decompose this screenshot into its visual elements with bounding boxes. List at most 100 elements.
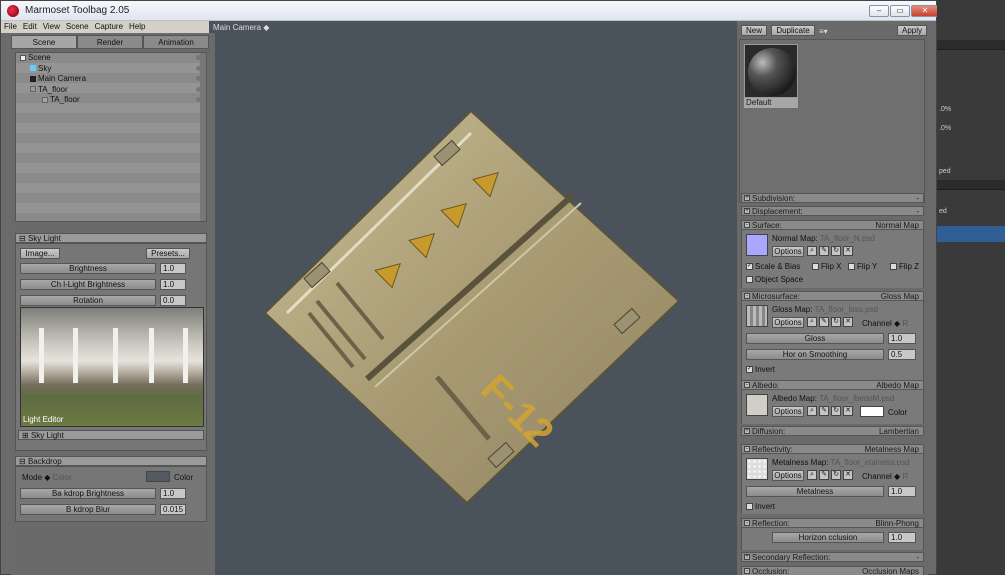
albedo-color-swatch[interactable] bbox=[860, 406, 884, 417]
flip-z-checkbox[interactable]: Flip Z bbox=[890, 262, 919, 271]
secondary-reflection-header[interactable]: + Secondary Reflection: - bbox=[741, 552, 924, 562]
diffusion-header[interactable]: + Diffusion: Lambertian bbox=[741, 426, 924, 436]
outliner-row-ta-floor[interactable]: TA_floor bbox=[16, 85, 206, 96]
backdrop-header[interactable]: ⊟ Backdrop bbox=[15, 456, 207, 466]
gloss-options-button[interactable]: Options bbox=[772, 317, 804, 328]
menu-view[interactable]: View bbox=[40, 21, 63, 32]
menu-edit[interactable]: Edit bbox=[20, 21, 40, 32]
surface-header[interactable]: - Surface: Normal Map bbox=[741, 220, 924, 230]
3d-viewport[interactable]: Main Camera ◆ F-12 bbox=[209, 21, 737, 575]
search-icon[interactable]: ⌕ bbox=[807, 406, 817, 416]
normal-map-thumbnail[interactable] bbox=[746, 234, 768, 256]
duplicate-material-button[interactable]: Duplicate bbox=[771, 25, 815, 36]
sky-panorama-preview[interactable]: Light Editor bbox=[20, 307, 204, 427]
clear-icon[interactable]: ✕ bbox=[843, 406, 853, 416]
normal-options-button[interactable]: Options bbox=[772, 246, 804, 257]
reload-icon[interactable]: ↻ bbox=[831, 246, 841, 256]
subdivision-header[interactable]: + Subdivision: - bbox=[741, 193, 924, 203]
clear-icon[interactable]: ✕ bbox=[843, 317, 853, 327]
microsurface-header[interactable]: - Microsurface: Gloss Map bbox=[741, 291, 924, 301]
image-button[interactable]: Image... bbox=[20, 248, 60, 259]
edit-icon[interactable]: ✎ bbox=[819, 246, 829, 256]
albedo-options-button[interactable]: Options bbox=[772, 406, 804, 417]
outliner-row-ta-floor-mesh[interactable]: TA_floor bbox=[16, 95, 206, 106]
flip-x-checkbox[interactable]: Flip X bbox=[812, 262, 841, 271]
reflection-header[interactable]: - Reflection: Blinn-Phong bbox=[741, 518, 924, 528]
occlusion-header[interactable]: - Occlusion: Occlusion Maps bbox=[741, 566, 924, 575]
metalness-options-button[interactable]: Options bbox=[772, 470, 804, 481]
metalness-map-thumbnail[interactable] bbox=[746, 458, 768, 480]
displacement-header[interactable]: + Displacement: - bbox=[741, 206, 924, 216]
object-space-checkbox[interactable]: Object Space bbox=[746, 275, 803, 284]
albedo-map-thumbnail[interactable] bbox=[746, 394, 768, 416]
rotation-slider[interactable]: Rotation bbox=[20, 295, 156, 306]
light-editor-label[interactable]: Light Editor bbox=[23, 415, 63, 424]
flip-y-checkbox[interactable]: Flip Y bbox=[848, 262, 877, 271]
metalness-channel-select[interactable]: Channel ◆ R bbox=[862, 472, 908, 481]
minimize-button[interactable]: – bbox=[869, 5, 889, 17]
horizon-occlusion-slider[interactable]: Horizon cclusion bbox=[772, 532, 884, 543]
new-material-button[interactable]: New bbox=[741, 25, 767, 36]
outliner-row-sky[interactable]: Sky bbox=[16, 64, 206, 75]
title-bar[interactable]: Marmoset Toolbag 2.05 – ▭ ✕ bbox=[1, 1, 939, 21]
gloss-map-thumbnail[interactable] bbox=[746, 305, 768, 327]
gloss-invert-checkbox[interactable]: ✓ Invert bbox=[746, 365, 775, 374]
maximize-button[interactable]: ▭ bbox=[890, 5, 910, 17]
backdrop-mode[interactable]: Mode ◆ Color bbox=[22, 473, 72, 482]
clear-icon[interactable]: ✕ bbox=[843, 470, 853, 480]
outliner-row-camera[interactable]: Main Camera bbox=[16, 74, 206, 85]
edit-icon[interactable]: ✎ bbox=[819, 406, 829, 416]
search-icon[interactable]: ⌕ bbox=[807, 246, 817, 256]
search-icon[interactable]: ⌕ bbox=[807, 470, 817, 480]
menu-capture[interactable]: Capture bbox=[92, 21, 126, 32]
child-light-brightness-slider[interactable]: Ch l-Light Brightness bbox=[20, 279, 156, 290]
sky-light-header[interactable]: ⊟ Sky Light bbox=[15, 233, 207, 243]
tab-render[interactable]: Render bbox=[77, 35, 143, 49]
brightness-field[interactable]: 1.0 bbox=[160, 263, 186, 274]
material-preview[interactable] bbox=[744, 44, 798, 98]
horizon-occlusion-field[interactable]: 1.0 bbox=[888, 532, 916, 543]
presets-button[interactable]: Presets... bbox=[146, 248, 190, 259]
metalness-slider[interactable]: Metalness bbox=[746, 486, 884, 497]
sky-light-subheader[interactable]: ⊞ Sky Light bbox=[18, 430, 204, 440]
tab-scene[interactable]: Scene bbox=[11, 35, 77, 49]
search-icon[interactable]: ⌕ bbox=[807, 317, 817, 327]
menu-help[interactable]: Help bbox=[126, 21, 148, 32]
edit-icon[interactable]: ✎ bbox=[819, 317, 829, 327]
backdrop-blur-slider[interactable]: B kdrop Blur bbox=[20, 504, 156, 515]
outliner-scrollbar[interactable] bbox=[200, 53, 206, 221]
outliner-label: Scene bbox=[28, 53, 51, 62]
edit-icon[interactable]: ✎ bbox=[819, 470, 829, 480]
material-name[interactable]: Default bbox=[744, 98, 798, 108]
menu-scene[interactable]: Scene bbox=[63, 21, 92, 32]
rotation-field[interactable]: 0.0 bbox=[160, 295, 186, 306]
reload-icon[interactable]: ↻ bbox=[831, 470, 841, 480]
backdrop-color-swatch[interactable] bbox=[146, 471, 170, 482]
gloss-slider[interactable]: Gloss bbox=[746, 333, 884, 344]
backdrop-section: Mode ◆ Color Color Ba kdrop Brightness 1… bbox=[15, 466, 207, 522]
backdrop-brightness-field[interactable]: 1.0 bbox=[160, 488, 186, 499]
scale-bias-checkbox[interactable]: ✓ Scale & Bias bbox=[746, 262, 800, 271]
apply-button[interactable]: Apply bbox=[897, 25, 927, 36]
menu-file[interactable]: File bbox=[1, 21, 20, 32]
gloss-channel-select[interactable]: Channel ◆ R bbox=[862, 319, 908, 328]
albedo-header[interactable]: - Albedo: Albedo Map bbox=[741, 380, 924, 390]
outliner-row-scene[interactable]: Scene bbox=[16, 53, 206, 64]
close-button[interactable]: ✕ bbox=[911, 5, 939, 17]
tab-animation[interactable]: Animation bbox=[143, 35, 209, 49]
horizon-smoothing-slider[interactable]: Hor on Smoothing bbox=[746, 349, 884, 360]
reload-icon[interactable]: ↻ bbox=[831, 406, 841, 416]
metalness-invert-checkbox[interactable]: Invert bbox=[746, 502, 775, 511]
metalness-field[interactable]: 1.0 bbox=[888, 486, 916, 497]
brightness-slider[interactable]: Brightness bbox=[20, 263, 156, 274]
horizon-smoothing-field[interactable]: 0.5 bbox=[888, 349, 916, 360]
backdrop-brightness-slider[interactable]: Ba kdrop Brightness bbox=[20, 488, 156, 499]
backdrop-blur-field[interactable]: 0.015 bbox=[160, 504, 186, 515]
reflectivity-header[interactable]: - Reflectivity: Metalness Map bbox=[741, 444, 924, 454]
reload-icon[interactable]: ↻ bbox=[831, 317, 841, 327]
gloss-field[interactable]: 1.0 bbox=[888, 333, 916, 344]
clear-icon[interactable]: ✕ bbox=[843, 246, 853, 256]
child-light-brightness-field[interactable]: 1.0 bbox=[160, 279, 186, 290]
sky-light-section: Image... Presets... Brightness 1.0 Ch l-… bbox=[15, 243, 207, 451]
material-menu-icon[interactable]: ≡▾ bbox=[819, 27, 828, 36]
